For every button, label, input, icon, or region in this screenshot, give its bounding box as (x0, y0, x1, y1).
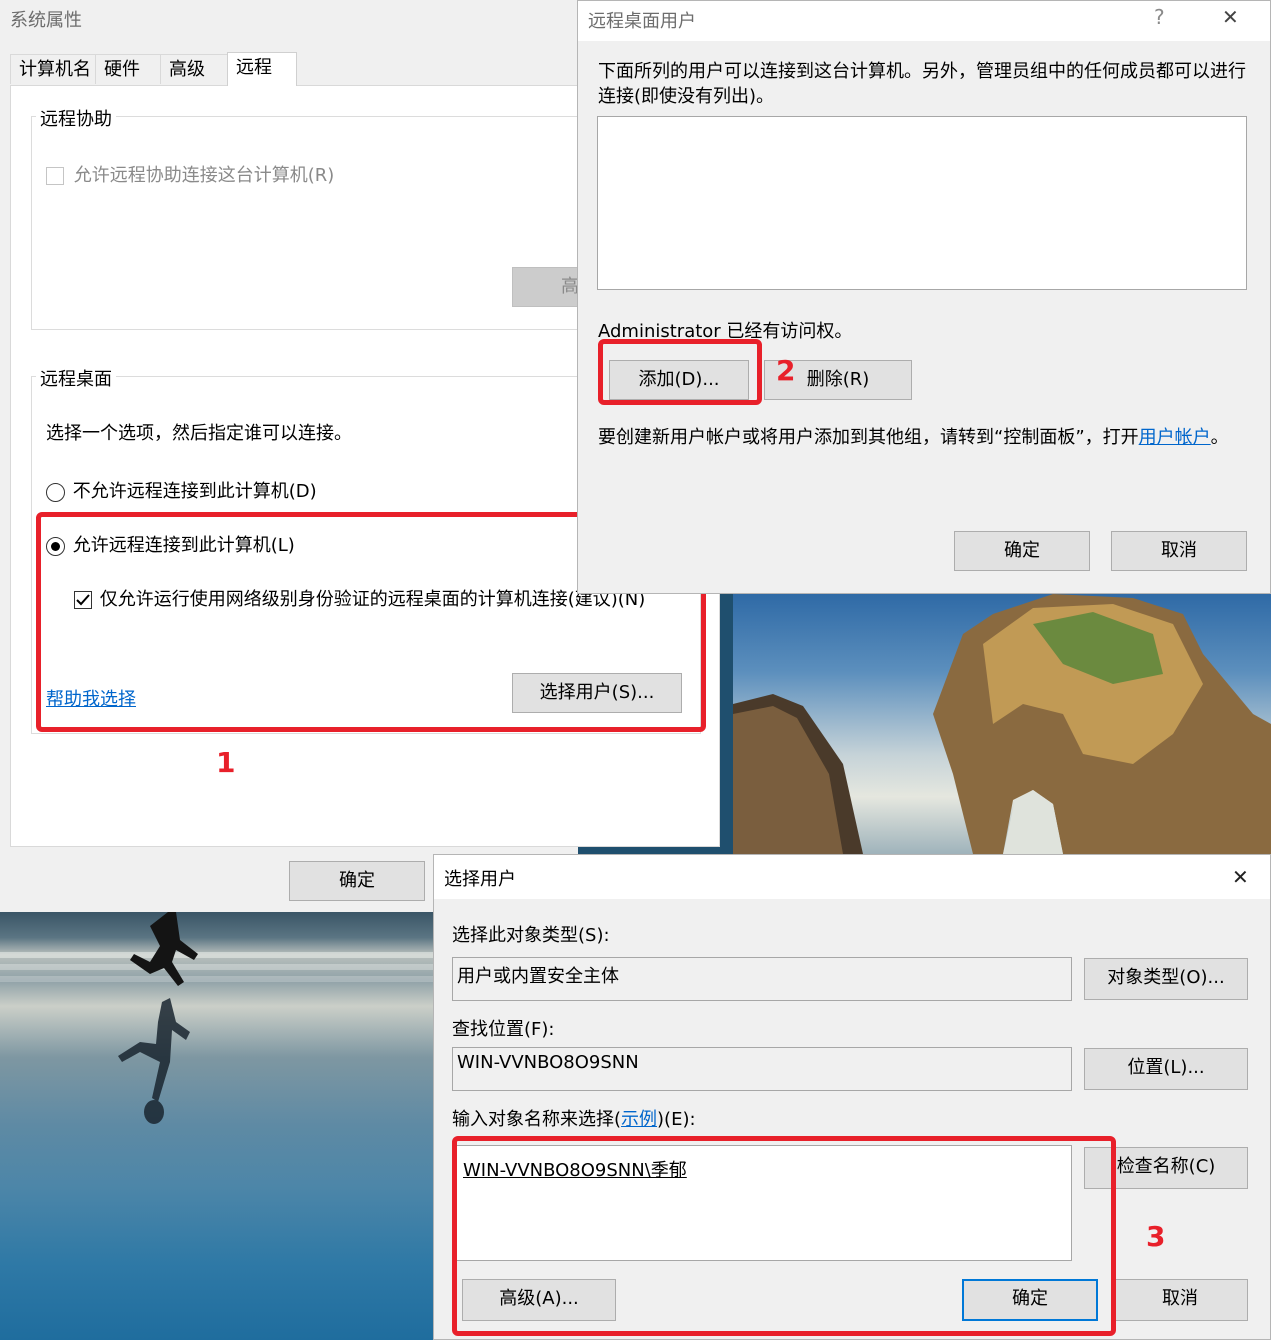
label-prefix: 输入对象名称来选择( (452, 1109, 622, 1130)
step-marker-2: 2 (776, 354, 796, 387)
desktop-wallpaper-beach (0, 912, 434, 1340)
user-accounts-link[interactable]: 用户帐户 (1139, 427, 1211, 448)
object-types-button[interactable]: 对象类型(O)... (1084, 958, 1248, 1000)
checkbox-box (46, 167, 64, 185)
help-icon[interactable]: ? (1154, 5, 1165, 29)
radio-circle (46, 482, 65, 502)
rock-arch-illustration (733, 594, 1271, 854)
label-suffix: )(E): (657, 1109, 696, 1130)
footer-suffix: 。 (1210, 427, 1229, 448)
checkbox-label: 允许远程协助连接这台计算机(R) (73, 165, 335, 186)
ok-button[interactable]: 确定 (954, 531, 1090, 571)
title-bar: 选择用户 ✕ (434, 855, 1270, 899)
desktop-wallpaper-rock (733, 594, 1271, 854)
highlight-box-2 (598, 339, 762, 405)
object-type-label: 选择此对象类型(S): (452, 925, 610, 946)
footer-text: 要创建新用户帐户或将用户添加到其他组，请转到“控制面板”，打开用户帐户。 (598, 423, 1229, 449)
location-field: WIN-VVNBO8O9SNN (452, 1047, 1072, 1091)
title-bar: 远程桌面用户 ? ✕ (578, 1, 1270, 41)
group-label: 远程桌面 (36, 365, 116, 391)
remote-desktop-instruction: 选择一个选项，然后指定谁可以连接。 (46, 423, 352, 444)
tab-hardware[interactable]: 硬件 (95, 54, 161, 84)
step-marker-1: 1 (216, 746, 236, 779)
locations-button[interactable]: 位置(L)... (1084, 1048, 1248, 1090)
examples-link[interactable]: 示例 (621, 1109, 657, 1130)
group-label: 远程协助 (36, 105, 116, 131)
tab-label: 硬件 (104, 59, 140, 80)
tab-advanced[interactable]: 高级 (160, 54, 228, 84)
allow-remote-assistance-checkbox[interactable]: 允许远程协助连接这台计算机(R) (46, 161, 334, 187)
tab-label: 高级 (169, 59, 205, 80)
tab-label: 计算机名 (19, 59, 91, 80)
tab-label: 远程 (236, 57, 272, 78)
radio-label: 不允许远程连接到此计算机(D) (72, 481, 317, 502)
location-label: 查找位置(F): (452, 1019, 555, 1040)
users-list[interactable] (597, 116, 1247, 290)
highlight-box-3 (452, 1136, 1116, 1336)
footer-prefix: 要创建新用户帐户或将用户添加到其他组，请转到“控制面板”，打开 (598, 427, 1139, 448)
tab-computer-name[interactable]: 计算机名 (10, 54, 96, 84)
dialog-title: 远程桌面用户 (588, 11, 696, 32)
system-properties-window: 系统属性 计算机名 硬件 高级 远程 远程协助 允许远程协助连接这台计算机(R)… (0, 0, 721, 912)
cancel-button[interactable]: 取消 (1111, 531, 1247, 571)
cancel-button[interactable]: 取消 (1112, 1279, 1248, 1321)
object-type-field: 用户或内置安全主体 (452, 957, 1072, 1001)
dialog-title: 选择用户 (444, 869, 516, 890)
close-icon[interactable]: ✕ (1232, 865, 1249, 889)
enter-names-label: 输入对象名称来选择(示例)(E): (452, 1105, 696, 1131)
runner-silhouette (118, 912, 198, 1124)
disallow-remote-radio[interactable]: 不允许远程连接到此计算机(D) (46, 477, 317, 503)
remote-desktop-users-dialog: 远程桌面用户 ? ✕ 下面所列的用户可以连接到这台计算机。另外，管理员组中的任何… (577, 0, 1271, 594)
dialog-description: 下面所列的用户可以连接到这台计算机。另外，管理员组中的任何成员都可以进行连接(即… (598, 61, 1246, 107)
ok-button[interactable]: 确定 (289, 861, 425, 901)
title-bar: 系统属性 (0, 0, 578, 38)
close-icon[interactable]: ✕ (1222, 5, 1239, 29)
tab-remote[interactable]: 远程 (227, 52, 297, 86)
window-title: 系统属性 (10, 10, 82, 31)
step-marker-3: 3 (1146, 1220, 1166, 1253)
